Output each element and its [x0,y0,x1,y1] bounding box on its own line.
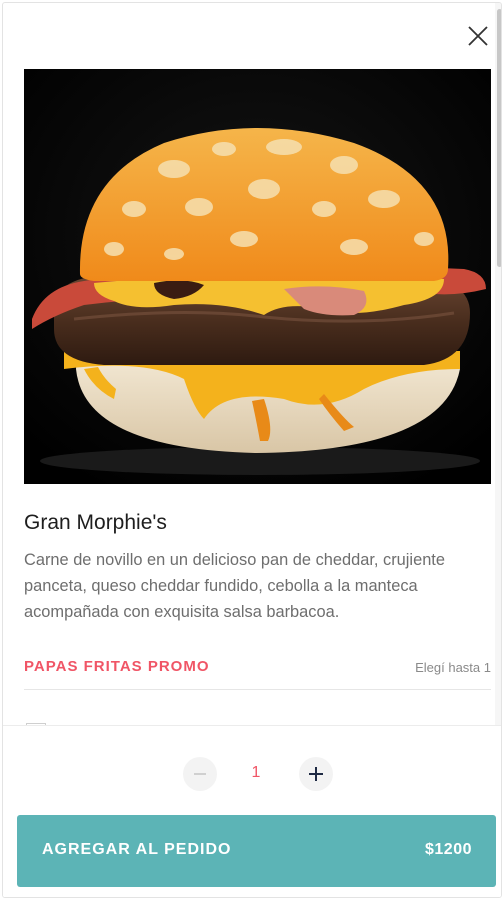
product-description: Carne de novillo en un delicioso pan de … [24,551,445,621]
scrollbar-thumb[interactable] [497,9,501,267]
minus-icon [194,773,206,775]
product-name: Gran Morphie's [24,511,167,534]
close-button[interactable] [465,23,491,49]
order-footer: 1 AGREGAR AL PEDIDO $1200 [3,725,501,897]
add-to-order-button[interactable]: AGREGAR AL PEDIDO $1200 [17,815,496,887]
product-image [24,69,491,484]
burger-image [24,69,491,484]
divider [24,689,491,690]
decrease-quantity-button[interactable] [183,757,217,791]
order-price: $1200 [425,841,472,858]
quantity-value: 1 [251,764,261,781]
product-modal: Gran Morphie's Carne de novillo en un de… [2,2,502,898]
option-group-title: PAPAS FRITAS PROMO [24,658,210,675]
close-icon [468,26,488,46]
option-group-header: PAPAS FRITAS PROMO Elegí hasta 1 [24,658,491,682]
increase-quantity-button[interactable] [299,757,333,791]
add-to-order-label: AGREGAR AL PEDIDO [42,841,232,858]
plus-icon [309,767,323,781]
option-group-limit: Elegí hasta 1 [415,660,491,675]
